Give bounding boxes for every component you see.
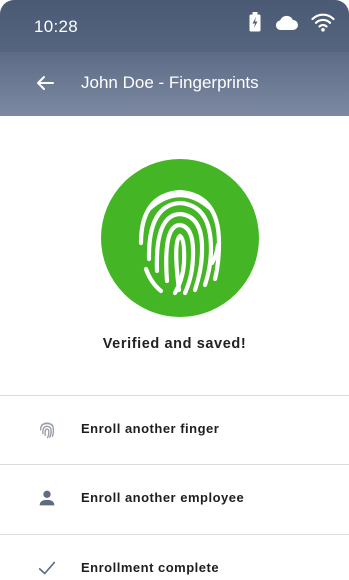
- enroll-another-employee-option[interactable]: Enroll another employee: [0, 465, 349, 533]
- page-title: John Doe - Fingerprints: [81, 73, 259, 92]
- phone-screen: 10:28 John Doe - Fingerprints Verified a…: [0, 0, 349, 580]
- back-arrow-icon[interactable]: [33, 71, 57, 95]
- clock: 10:28: [34, 17, 79, 36]
- fingerprint-icon: [36, 418, 58, 440]
- verified-fingerprint-badge: [101, 159, 259, 317]
- battery-charging-icon: [249, 12, 261, 37]
- enroll-another-finger-option[interactable]: Enroll another finger: [0, 396, 349, 464]
- app-bar: John Doe - Fingerprints: [0, 52, 349, 116]
- option-label: Enroll another finger: [81, 421, 220, 436]
- option-label: Enroll another employee: [81, 490, 245, 505]
- person-icon: [36, 487, 58, 509]
- wifi-icon: [311, 12, 335, 37]
- cloud-icon: [273, 13, 299, 36]
- status-bar: 10:28: [0, 0, 349, 52]
- fingerprint-icon: [138, 189, 222, 296]
- checkmark-icon: [36, 557, 58, 579]
- enrollment-complete-option[interactable]: Enrollment complete: [0, 535, 349, 580]
- status-message: Verified and saved!: [102, 336, 247, 352]
- status-icons: [249, 12, 335, 37]
- option-label: Enrollment complete: [81, 560, 220, 575]
